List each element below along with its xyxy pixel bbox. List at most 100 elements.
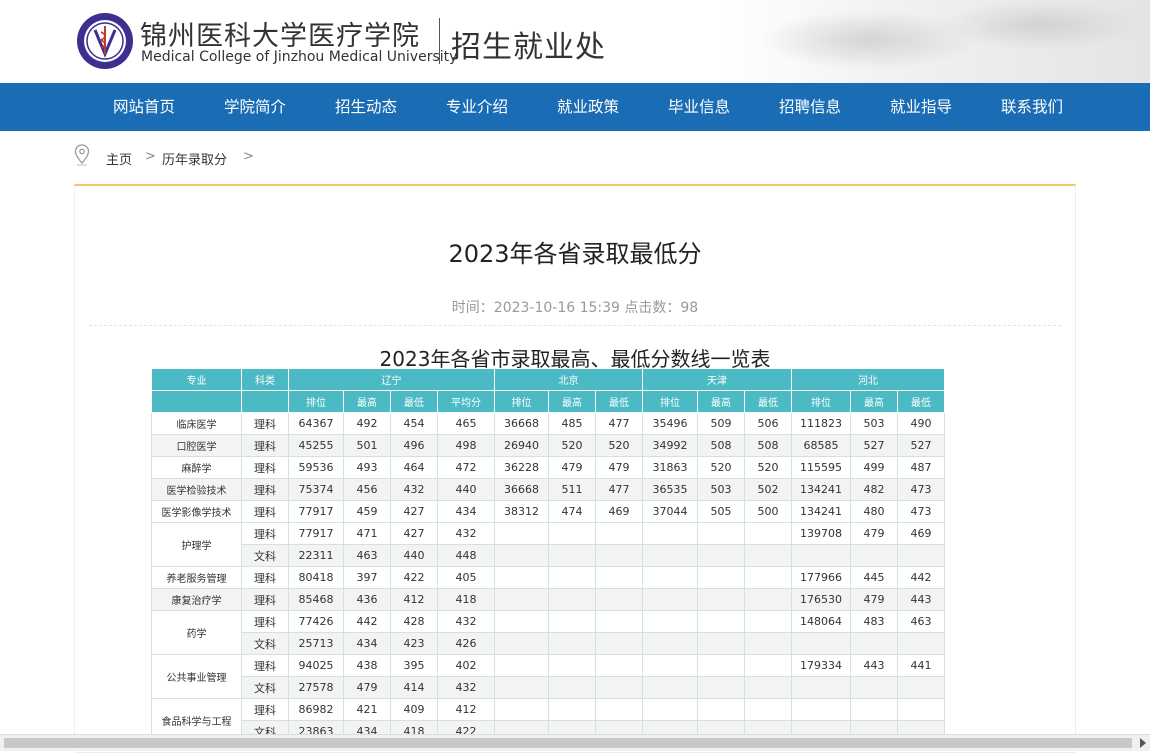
score-cell: [494, 654, 549, 677]
score-cell: 445: [850, 566, 898, 589]
score-cell: 473: [897, 478, 945, 501]
major-cell: 护理学: [151, 522, 242, 567]
score-cell: 496: [390, 434, 438, 457]
score-cell: [494, 610, 549, 633]
school-logo-icon[interactable]: [76, 12, 134, 70]
scrollbar-thumb[interactable]: [4, 738, 1132, 748]
table-row: 药学 理科 77426 442 428 432 148064 483 463: [151, 610, 945, 655]
score-cell: [697, 676, 745, 699]
score-cell: 36668: [494, 412, 549, 435]
subheader-cell: 排位: [494, 390, 549, 413]
score-cell: 397: [343, 566, 391, 589]
score-cell: 134241: [791, 478, 851, 501]
score-cell: [595, 698, 643, 721]
score-cell: 499: [850, 456, 898, 479]
major-cell: 康复治疗学: [151, 588, 242, 611]
nav-item-about[interactable]: 学院简介: [224, 83, 286, 131]
main-nav: 网站首页 学院简介 招生动态 专业介绍 就业政策 毕业信息 招聘信息 就业指导 …: [0, 83, 1150, 131]
score-cell: 115595: [791, 456, 851, 479]
score-cell: 37044: [642, 500, 698, 523]
score-cell: 479: [850, 522, 898, 545]
horizontal-scrollbar[interactable]: [0, 734, 1150, 751]
score-cell: 464: [390, 456, 438, 479]
score-cell: 442: [343, 610, 391, 633]
category-cell: 理科: [241, 522, 289, 545]
category-cell: 文科: [241, 676, 289, 699]
score-cell: [697, 566, 745, 589]
score-cell: 427: [390, 522, 438, 545]
score-cell: [595, 676, 643, 699]
major-cell: 养老服务管理: [151, 566, 242, 589]
table-row: 公共事业管理 理科 94025 438 395 402 179334 443 441: [151, 654, 945, 699]
score-cell: 501: [343, 434, 391, 457]
nav-item-admission-news[interactable]: 招生动态: [335, 83, 397, 131]
nav-item-career-guide[interactable]: 就业指导: [890, 83, 952, 131]
score-cell: [791, 676, 851, 699]
score-cell: 94025: [288, 654, 344, 677]
score-cell: 463: [343, 544, 391, 567]
article-panel: 2023年各省录取最低分 时间：2023-10-16 15:39 点击数：98 …: [74, 184, 1076, 753]
score-cell: 520: [548, 434, 596, 457]
table-row: 医学检验技术 理科 75374 456 432 440 36668 511 477 36535 50…: [151, 478, 945, 501]
nav-item-graduate-info[interactable]: 毕业信息: [668, 83, 730, 131]
score-cell: 432: [437, 610, 495, 633]
score-cell: 86982: [288, 698, 344, 721]
school-name-en: Medical College of Jinzhou Medical Unive…: [141, 49, 458, 65]
score-cell: [595, 544, 643, 567]
score-cell: [548, 588, 596, 611]
score-cell: [548, 698, 596, 721]
header-decoration: [720, 0, 1150, 83]
score-cell: 511: [548, 478, 596, 501]
nav-item-employment-policy[interactable]: 就业政策: [557, 83, 619, 131]
major-cell: 临床医学: [151, 412, 242, 435]
score-cell: [791, 632, 851, 655]
site-header: 锦州医科大学医疗学院 Medical College of Jinzhou Me…: [0, 0, 1150, 83]
score-cell: 59536: [288, 456, 344, 479]
score-cell: 177966: [791, 566, 851, 589]
score-cell: 77917: [288, 522, 344, 545]
nav-item-contact[interactable]: 联系我们: [1001, 83, 1063, 131]
score-cell: 509: [697, 412, 745, 435]
score-cell: 179334: [791, 654, 851, 677]
nav-item-recruitment[interactable]: 招聘信息: [779, 83, 841, 131]
score-cell: 402: [437, 654, 495, 677]
table-row: 康复治疗学 理科 85468 436 412 418 176530 479 443: [151, 588, 945, 611]
score-cell: 111823: [791, 412, 851, 435]
nav-item-home[interactable]: 网站首页: [113, 83, 175, 131]
breadcrumb-current[interactable]: 历年录取分: [162, 149, 227, 168]
score-cell: [850, 544, 898, 567]
score-cell: 22311: [288, 544, 344, 567]
breadcrumb-home[interactable]: 主页: [106, 149, 132, 168]
score-cell: [697, 544, 745, 567]
header-province-beijing: 北京: [494, 368, 643, 391]
score-cell: 409: [390, 698, 438, 721]
score-cell: 490: [897, 412, 945, 435]
score-cell: 36668: [494, 478, 549, 501]
table-row: 食品科学与工程 理科 86982 421 409 412: [151, 698, 945, 743]
score-cell: [744, 522, 792, 545]
score-cell: 465: [437, 412, 495, 435]
score-cell: [697, 632, 745, 655]
score-cell: [850, 632, 898, 655]
score-cell: 134241: [791, 500, 851, 523]
header-province-liaoning: 辽宁: [288, 368, 495, 391]
score-cell: 77426: [288, 610, 344, 633]
score-cell: [642, 610, 698, 633]
score-cell: 34992: [642, 434, 698, 457]
score-cell: 480: [850, 500, 898, 523]
nav-item-majors[interactable]: 专业介绍: [446, 83, 508, 131]
score-cell: [744, 588, 792, 611]
score-cell: 479: [595, 456, 643, 479]
header-province-hebei: 河北: [791, 368, 945, 391]
score-cell: 176530: [791, 588, 851, 611]
score-cell: 471: [343, 522, 391, 545]
subheader-cell: 最低: [897, 390, 945, 413]
score-cell: 434: [343, 632, 391, 655]
category-cell: 理科: [241, 610, 289, 633]
subheader-cell: 最低: [744, 390, 792, 413]
score-cell: [850, 676, 898, 699]
score-cell: 31863: [642, 456, 698, 479]
score-cell: 36228: [494, 456, 549, 479]
scroll-right-arrow-icon[interactable]: [1140, 738, 1146, 748]
article-meta: 时间：2023-10-16 15:39 点击数：98: [451, 300, 699, 316]
